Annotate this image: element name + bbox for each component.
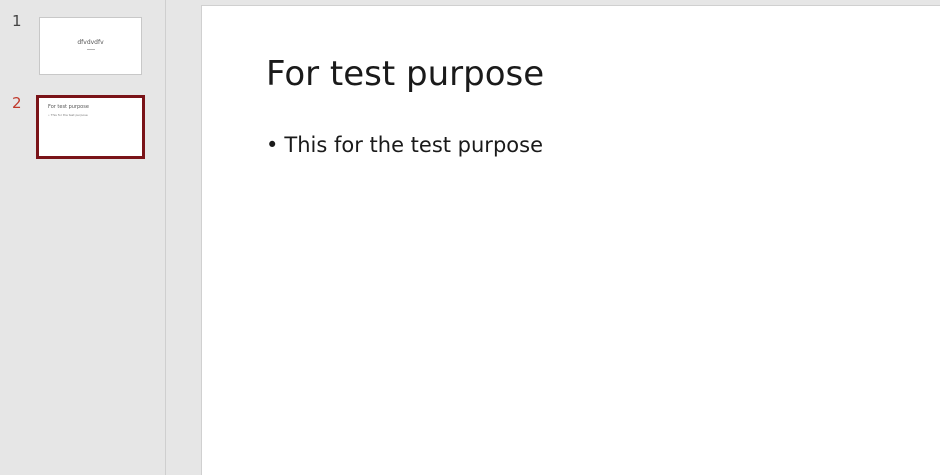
thumbnail-1-subtitle-line — [86, 49, 95, 50]
slide-content-placeholder[interactable]: • This for the test purpose — [266, 133, 543, 157]
bullet-text: This for the test purpose — [284, 133, 543, 157]
slide-thumbnail-1[interactable]: dfvdvdfv — [39, 17, 142, 75]
slide-thumbnail-pane[interactable]: 1 dfvdvdfv 2 For test purpose • This for… — [0, 0, 166, 475]
thumbnail-1-subtitle — [40, 49, 141, 50]
thumbnail-1-title: dfvdvdfv — [77, 39, 104, 46]
slide-number-1: 1 — [12, 12, 22, 30]
slide-number-2: 2 — [12, 94, 22, 112]
slide-thumbnail-2[interactable]: For test purpose • This for the test pur… — [36, 95, 145, 159]
slide-editor-area: For test purpose • This for the test purp… — [166, 0, 940, 475]
thumbnail-2-bullet: • This for the test purpose — [48, 113, 88, 117]
thumbnail-2-bullet-text: This for the test purpose — [50, 113, 88, 117]
bullet-marker: • — [266, 133, 279, 157]
slide-title-placeholder[interactable]: For test purpose — [266, 54, 544, 94]
slide-canvas[interactable]: For test purpose • This for the test purp… — [201, 5, 940, 475]
thumbnail-2-title: For test purpose — [48, 104, 89, 110]
